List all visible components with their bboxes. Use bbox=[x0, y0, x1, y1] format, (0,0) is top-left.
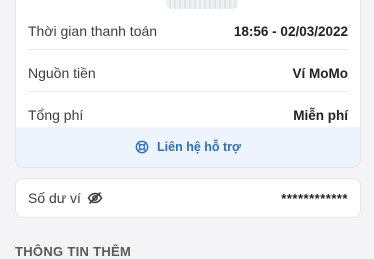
divider bbox=[28, 91, 348, 92]
card-header-decoration bbox=[16, 0, 360, 11]
contact-support-button[interactable]: Liên hệ hỗ trợ bbox=[16, 127, 360, 167]
total-fee-value: Miễn phí bbox=[293, 107, 348, 123]
header-pattern bbox=[166, 0, 238, 9]
funding-source-value: Ví MoMo bbox=[292, 65, 349, 81]
payment-time-row: Thời gian thanh toán 18:56 - 02/03/2022 bbox=[28, 13, 348, 49]
funding-source-row: Nguồn tiền Ví MoMo bbox=[28, 55, 348, 91]
total-fee-label: Tổng phí bbox=[28, 107, 84, 123]
funding-source-label: Nguồn tiền bbox=[28, 65, 96, 81]
wallet-balance-label: Số dư ví bbox=[28, 190, 81, 206]
lifebuoy-icon bbox=[135, 140, 149, 154]
payment-time-value: 18:56 - 02/03/2022 bbox=[233, 23, 348, 39]
payment-time-label: Thời gian thanh toán bbox=[28, 23, 158, 39]
contact-support-label: Liên hệ hỗ trợ bbox=[157, 140, 241, 154]
wallet-balance-card: Số dư ví ************ bbox=[15, 178, 361, 218]
divider bbox=[28, 49, 348, 50]
wallet-balance-value: ************ bbox=[281, 190, 348, 206]
transaction-details-card: Thời gian thanh toán 18:56 - 02/03/2022 … bbox=[15, 0, 361, 168]
eye-off-icon[interactable] bbox=[87, 190, 103, 206]
